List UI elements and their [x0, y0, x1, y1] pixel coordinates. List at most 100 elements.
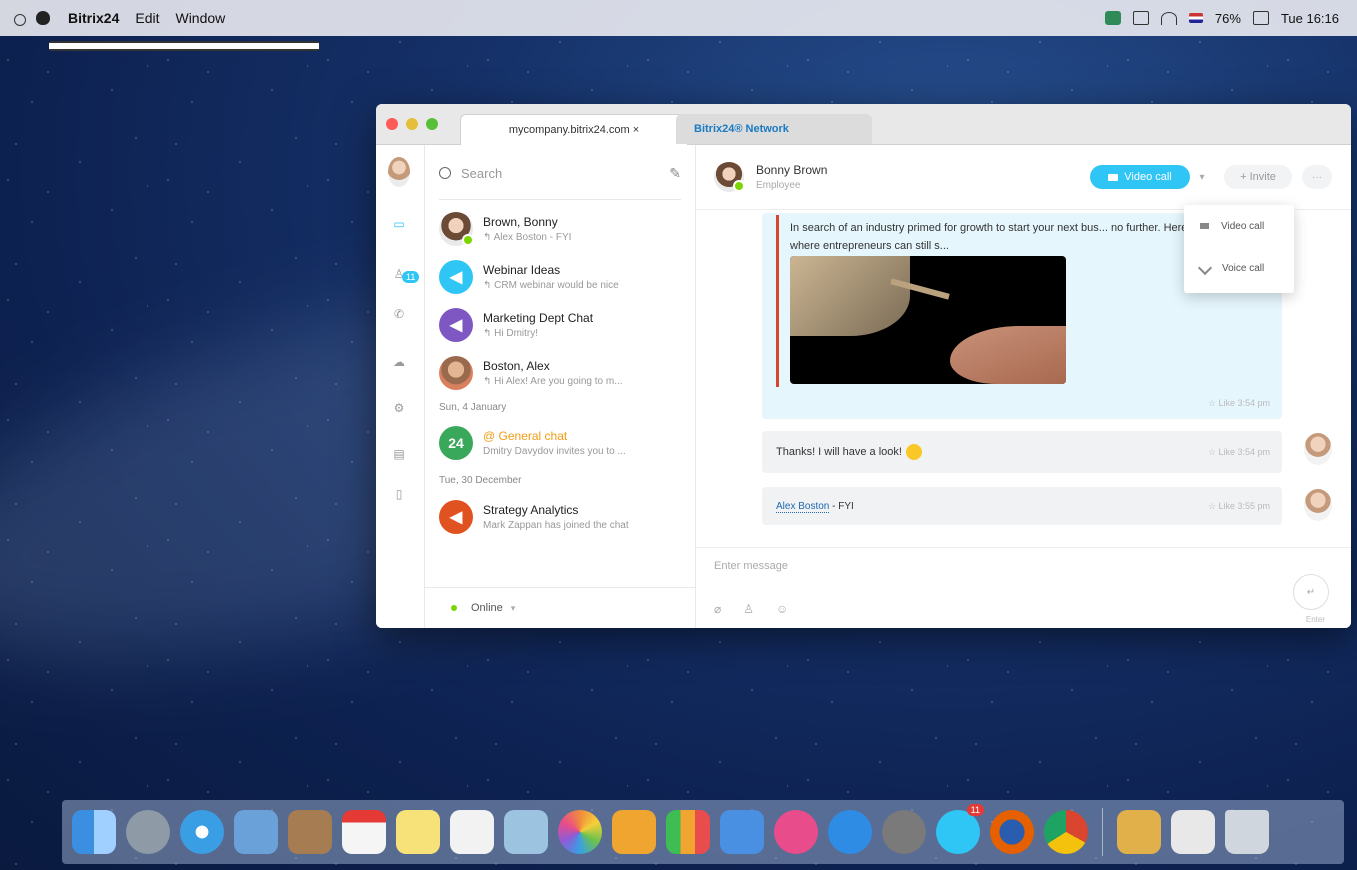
document-icon[interactable]: ▯ — [390, 487, 408, 501]
cloud-icon[interactable]: ☁ — [390, 355, 408, 369]
wifi-icon[interactable] — [1160, 11, 1177, 25]
zoom-window-button[interactable] — [426, 118, 438, 130]
message-image[interactable] — [790, 256, 1066, 384]
invite-button[interactable]: + Invite — [1224, 165, 1292, 189]
search-box[interactable]: Search ✎ — [439, 159, 681, 187]
bitrix24-app-icon[interactable]: 11 — [936, 804, 984, 854]
minimize-window-button[interactable] — [406, 118, 418, 130]
chat-list-panel: Search ✎ Brown, Bonny ↰ Alex Boston - FY… — [425, 145, 696, 628]
chat-item-name: Brown, Bonny — [483, 215, 558, 229]
composer-tools: ⌀ ♙ ☺ — [714, 602, 788, 616]
chat-item-brown-bonny[interactable]: Brown, Bonny ↰ Alex Boston - FYI — [439, 207, 685, 251]
message-meta[interactable]: ☆ Like 3:54 pm — [1208, 447, 1270, 458]
pages-icon[interactable] — [612, 810, 656, 854]
left-icon-bar: ▭ ♙ 11 ✆ ☁ ⚙ ▤ ▯ — [376, 145, 425, 628]
spotlight-icon[interactable] — [14, 14, 26, 26]
call-dropdown: Video call Voice call — [1184, 205, 1294, 293]
dropdown-video-call[interactable]: Video call — [1184, 205, 1294, 247]
input-source-icon[interactable] — [1188, 13, 1203, 23]
call-options-chevron-icon[interactable]: ▾ — [1192, 165, 1212, 189]
chat-item-boston-alex[interactable]: Boston, Alex ↰ Hi Alex! Are you going to… — [439, 351, 685, 395]
menu-app-name[interactable]: Bitrix24 — [68, 10, 119, 26]
tab-mycompany[interactable]: mycompany.bitrix24.com × — [460, 114, 688, 145]
menu-clock[interactable]: Tue 16:16 — [1281, 11, 1339, 26]
human-hand — [950, 326, 1066, 384]
status-label: Online — [471, 602, 503, 614]
chat-item-name: Boston, Alex — [483, 359, 550, 373]
document-stack-icon[interactable] — [1171, 810, 1215, 854]
finder-icon[interactable] — [72, 810, 116, 854]
photo-browser-icon[interactable] — [504, 810, 548, 854]
search-input[interactable]: Search — [461, 166, 502, 181]
installer-icon[interactable] — [1117, 810, 1161, 854]
chat-item-preview: Dmitry Davydov invites you to ... — [483, 446, 626, 457]
contacts-app-icon[interactable] — [288, 810, 332, 854]
contact-avatar[interactable] — [714, 162, 745, 192]
chat-icon[interactable]: ▭ — [390, 217, 408, 231]
keynote-icon[interactable] — [720, 810, 764, 854]
app-store-icon[interactable] — [828, 810, 872, 854]
chat-item-general-chat[interactable]: 24 @ General chat Dmitry Davydov invites… — [439, 421, 685, 465]
chat-item-name: Webinar Ideas — [483, 263, 561, 277]
menu-edit[interactable]: Edit — [135, 10, 159, 26]
dropdown-voice-call[interactable]: Voice call — [1184, 247, 1294, 289]
battery-icon[interactable] — [1252, 11, 1269, 25]
battery-percent[interactable]: 76% — [1215, 11, 1241, 26]
safari-icon[interactable] — [180, 810, 224, 854]
message-input[interactable]: Enter message — [714, 560, 788, 572]
dropdown-video-label: Video call — [1221, 220, 1265, 232]
menu-bar: Bitrix24 Edit Window 76% Tue 16:16 — [0, 0, 1357, 51]
notes-icon[interactable] — [396, 810, 440, 854]
reminders-icon[interactable] — [450, 810, 494, 854]
contact-name[interactable]: Bonny Brown — [756, 163, 827, 177]
bitrix-status-icon[interactable] — [1104, 11, 1121, 25]
close-window-button[interactable] — [386, 118, 398, 130]
sender-avatar[interactable] — [1304, 489, 1332, 521]
menu-extras: 76% Tue 16:16 — [14, 11, 1339, 51]
tab-bitrix24-network[interactable]: Bitrix24® Network — [676, 114, 872, 144]
system-preferences-icon[interactable] — [882, 810, 926, 854]
chat-panel: Bonny Brown Employee Video call ▾ + Invi… — [696, 145, 1351, 628]
trash-icon[interactable] — [1225, 810, 1269, 854]
new-chat-icon[interactable]: ✎ — [669, 165, 681, 182]
settings-icon[interactable]: ⚙ — [390, 401, 408, 415]
user-avatar[interactable] — [388, 157, 410, 187]
more-button[interactable]: ··· — [1302, 165, 1332, 189]
emoji-icon[interactable]: ☺ — [776, 602, 788, 616]
itunes-icon[interactable] — [774, 810, 818, 854]
smile-emoji-icon — [905, 444, 922, 460]
message-meta[interactable]: ☆ Like 3:55 pm — [1208, 501, 1270, 512]
notification-center-icon[interactable] — [49, 41, 319, 51]
chat-item-preview: ↰ Hi Dmitry! — [483, 328, 539, 339]
calendar-icon[interactable]: ▤ — [390, 447, 408, 461]
online-dot — [462, 234, 474, 246]
chat-item-webinar-ideas[interactable]: ◀ Webinar Ideas ↰ CRM webinar would be n… — [439, 255, 685, 299]
camera-icon — [1108, 173, 1119, 181]
photos-icon[interactable] — [558, 810, 602, 854]
preview-icon[interactable] — [234, 810, 278, 854]
airplay-icon[interactable] — [1132, 11, 1149, 25]
video-call-button[interactable]: Video call — [1090, 165, 1190, 189]
menu-window[interactable]: Window — [175, 10, 225, 26]
send-button[interactable]: ↵ — [1293, 574, 1329, 610]
firefox-icon[interactable] — [990, 810, 1034, 854]
attach-icon[interactable]: ⌀ — [714, 602, 721, 616]
chrome-icon[interactable] — [1044, 810, 1088, 854]
chat-header: Bonny Brown Employee Video call ▾ + Invi… — [696, 145, 1351, 210]
message-meta[interactable]: ☆ Like 3:54 pm — [1208, 398, 1270, 409]
phone-icon — [1197, 260, 1213, 276]
message-composer: Enter message ⌀ ♙ ☺ ↵ Enter — [696, 547, 1351, 628]
status-selector[interactable]: Online ▾ — [425, 587, 695, 628]
calendar-app-icon[interactable] — [342, 810, 386, 854]
mention-link[interactable]: Alex Boston — [776, 500, 830, 513]
apple-icon[interactable] — [36, 11, 50, 25]
chat-item-marketing-dept[interactable]: ◀ Marketing Dept Chat ↰ Hi Dmitry! — [439, 303, 685, 347]
mention-user-icon[interactable]: ♙ — [743, 602, 754, 616]
phone-icon[interactable]: ✆ — [390, 307, 408, 321]
numbers-icon[interactable] — [666, 810, 710, 854]
launchpad-icon[interactable] — [126, 810, 170, 854]
sender-avatar[interactable] — [1304, 433, 1332, 465]
bitrix24-window: mycompany.bitrix24.com × Bitrix24® Netwo… — [376, 104, 1351, 628]
avatar — [439, 356, 473, 390]
chat-item-strategy-analytics[interactable]: ◀ Strategy Analytics Mark Zappan has joi… — [439, 495, 685, 539]
